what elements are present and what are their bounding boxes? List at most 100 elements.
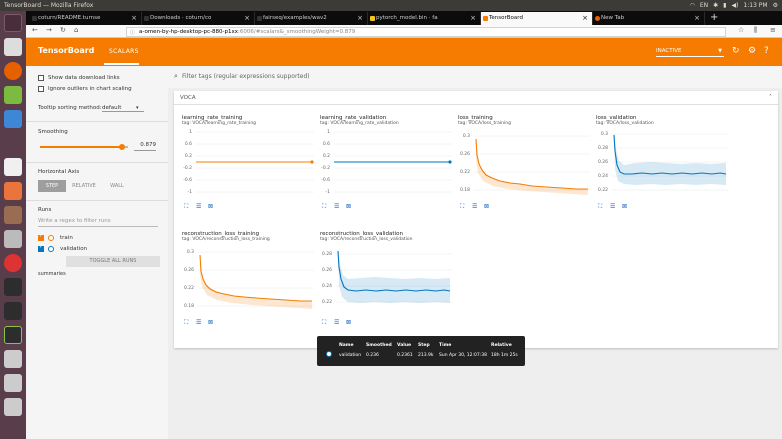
new-tab-button[interactable]: + <box>710 11 718 24</box>
close-icon[interactable]: × <box>470 12 476 25</box>
tag-filter-input[interactable]: Filter tags (regular expressions support… <box>182 73 310 80</box>
clock[interactable]: 1:13 PM <box>743 0 767 11</box>
fit-domain-icon[interactable]: ⊠ <box>208 203 213 210</box>
tab-scalars[interactable]: SCALARS <box>109 48 139 55</box>
raw-series-band <box>338 249 450 303</box>
terminal-icon[interactable] <box>4 278 22 296</box>
fit-domain-icon[interactable]: ⊠ <box>346 203 351 210</box>
fit-domain-icon[interactable]: ⊠ <box>484 203 489 210</box>
close-icon[interactable]: × <box>244 12 250 25</box>
reconstruction-loss-validation-chart[interactable]: 0.28 0.26 0.24 0.22 <box>320 245 454 315</box>
back-button[interactable]: ← <box>32 26 38 34</box>
close-icon[interactable]: × <box>582 12 588 25</box>
run-color-swatch[interactable] <box>48 246 54 252</box>
refresh-icon[interactable]: ↻ <box>732 46 740 56</box>
expand-icon[interactable]: ⛶ <box>184 203 188 211</box>
haxis-step-button[interactable]: STEP <box>38 180 66 192</box>
files-icon[interactable] <box>4 38 22 56</box>
expand-icon[interactable]: ⛶ <box>322 319 326 327</box>
help-icon[interactable] <box>4 254 22 272</box>
loss-validation-chart[interactable]: 0.3 0.28 0.26 0.24 0.22 <box>596 129 730 199</box>
expand-icon[interactable]: ⛶ <box>184 319 188 327</box>
info-icon[interactable]: ⓘ <box>130 29 135 36</box>
run-regex-input[interactable]: Write a regex to filter runs <box>38 218 158 227</box>
run-train-checkbox[interactable] <box>38 233 44 241</box>
close-icon[interactable]: × <box>131 12 137 25</box>
fit-domain-icon[interactable]: ⊠ <box>208 319 213 326</box>
spreadsheet-icon[interactable] <box>4 86 22 104</box>
smoothing-input[interactable]: 0.879 <box>134 142 156 151</box>
forward-button[interactable]: → <box>46 26 52 34</box>
haxis-relative-button[interactable]: RELATIVE <box>66 180 102 192</box>
app-icon[interactable] <box>4 326 22 344</box>
close-icon[interactable]: × <box>694 12 700 25</box>
tooltip-header: Time <box>439 343 452 348</box>
loss-training-chart[interactable]: 0.3 0.26 0.22 0.18 <box>458 129 592 199</box>
expand-icon[interactable]: ⛶ <box>322 203 326 211</box>
fit-domain-icon[interactable]: ⊠ <box>346 319 351 326</box>
wifi-icon[interactable]: ◠ <box>690 0 695 11</box>
browser-tab-active[interactable]: TensorBoard × <box>481 12 593 25</box>
fit-domain-icon[interactable]: ⊠ <box>622 203 627 210</box>
run-color-swatch[interactable] <box>48 235 54 241</box>
data-toggle-icon[interactable]: ☰ <box>610 203 615 210</box>
software-center-icon[interactable] <box>4 182 22 200</box>
group-header[interactable]: VOCA ˄ <box>174 91 778 105</box>
keyboard-indicator[interactable]: EN <box>700 0 708 11</box>
learning-rate-training-chart[interactable]: 1 0.6 0.2 -0.2 -0.6 -1 <box>182 129 316 199</box>
terminal-icon[interactable] <box>4 302 22 320</box>
expand-icon[interactable]: ⛶ <box>460 203 464 211</box>
home-button[interactable]: ⌂ <box>74 26 78 34</box>
browser-tab[interactable]: pytorch_model.bin · fa × <box>368 12 481 25</box>
amazon-icon[interactable] <box>4 158 22 176</box>
haxis-wall-button[interactable]: WALL <box>102 180 132 192</box>
drive-icon[interactable] <box>4 350 22 368</box>
help-icon[interactable]: ? <box>764 46 769 56</box>
url-bar[interactable]: ⓘ a-omen-by-hp-desktop-pc-880-p1xx:6006/… <box>126 27 726 37</box>
reload-button[interactable]: ↻ <box>60 26 66 34</box>
menu-icon[interactable]: ≡ <box>770 26 776 34</box>
learning-rate-validation-chart[interactable]: 1 0.6 0.2 -0.2 -0.6 -1 <box>320 129 454 199</box>
document-icon[interactable] <box>4 110 22 128</box>
browser-tab[interactable]: New Tab × <box>593 12 705 25</box>
divider <box>26 200 168 201</box>
expand-icon[interactable]: ⛶ <box>598 203 602 211</box>
inactive-dropdown[interactable]: INACTIVE ▼ <box>656 48 724 57</box>
dash-icon[interactable] <box>4 14 22 32</box>
ignore-outliers-checkbox[interactable] <box>38 86 44 92</box>
smoothing-slider-handle[interactable] <box>119 144 125 150</box>
chevron-up-icon[interactable]: ˄ <box>769 91 772 105</box>
data-toggle-icon[interactable]: ☰ <box>196 319 201 326</box>
chart-panel: learning_rate_validation tag: VOCA/learn… <box>320 115 454 227</box>
reconstruction-loss-training-chart[interactable]: 0.3 0.26 0.22 0.18 <box>182 245 316 315</box>
tooltip-cell: validation <box>339 353 362 358</box>
data-toggle-icon[interactable]: ☰ <box>334 319 339 326</box>
battery-icon[interactable]: ▮ <box>723 0 726 11</box>
volume-icon[interactable]: ◀) <box>731 0 738 11</box>
y-tick: 0.3 <box>463 133 470 139</box>
tag-filter-bar[interactable]: ⌕ Filter tags (regular expressions suppo… <box>168 66 782 88</box>
data-toggle-icon[interactable]: ☰ <box>196 203 201 210</box>
text-editor-icon[interactable] <box>4 230 22 248</box>
browser-tab[interactable]: fairseq/examples/wav2 × <box>255 12 368 25</box>
close-icon[interactable]: × <box>357 12 363 25</box>
toggle-all-runs-button[interactable]: TOGGLE ALL RUNS <box>66 256 160 267</box>
firefox-icon[interactable] <box>4 62 22 80</box>
settings-icon[interactable] <box>4 206 22 224</box>
bookmark-star-icon[interactable]: ☆ <box>738 26 744 34</box>
summaries-link[interactable]: summaries <box>38 271 66 277</box>
browser-tab-bar: coturn/README.turnse × Downloads · cotur… <box>26 11 782 25</box>
drive-icon[interactable] <box>4 398 22 416</box>
browser-tab[interactable]: Downloads · coturn/co × <box>142 12 255 25</box>
bluetooth-icon[interactable]: ✱ <box>713 0 718 11</box>
y-tick: 0.6 <box>185 141 192 147</box>
gear-icon[interactable]: ⚙ <box>748 46 756 56</box>
show-download-checkbox[interactable] <box>38 75 44 81</box>
data-toggle-icon[interactable]: ☰ <box>472 203 477 210</box>
library-icon[interactable]: ⫼ <box>754 26 757 35</box>
power-icon[interactable]: ⚙ <box>773 0 778 11</box>
browser-tab[interactable]: coturn/README.turnse × <box>30 12 142 25</box>
drive-icon[interactable] <box>4 374 22 392</box>
data-toggle-icon[interactable]: ☰ <box>334 203 339 210</box>
run-validation-checkbox[interactable] <box>38 244 44 252</box>
